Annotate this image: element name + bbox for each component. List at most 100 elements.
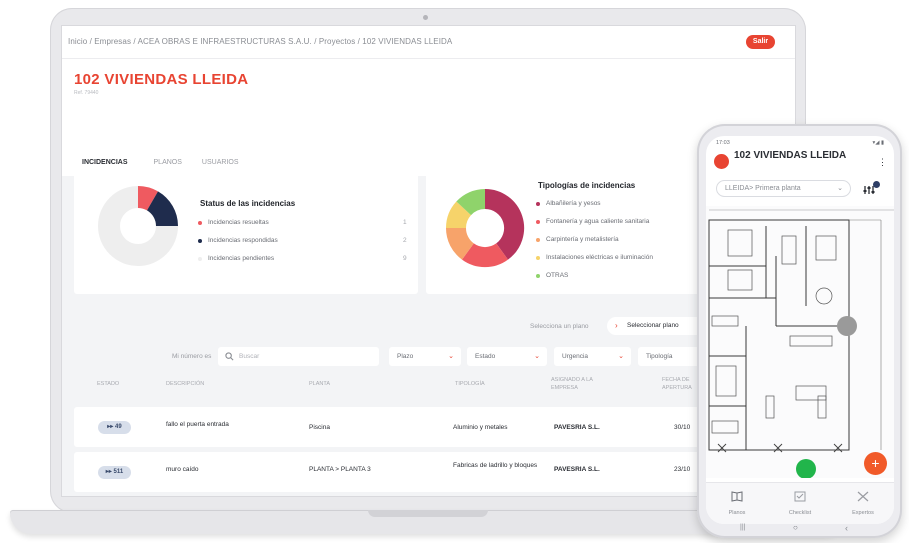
dot-icon [536,256,540,260]
plan-marker-green[interactable] [796,459,816,479]
donut-segment-fontaneria [462,243,508,268]
phone-screen: 17:03 ▾◢ ▮ 102 VIVIENDAS LLEIDA ⋮ LLEIDA… [706,136,894,524]
dot-icon [536,238,540,242]
typology-donut-chart [445,188,525,268]
chevron-down-icon: ⌄ [618,353,624,360]
row-company: PAVESRIA S.L. [554,466,600,473]
legend-label: Incidencias pendientes [208,255,275,262]
donut-segment-otras [456,188,486,216]
plazo-select[interactable]: Plazo ⌄ [389,347,461,366]
project-subtitle: Ref. 79440 [74,90,99,96]
dot-icon [536,274,540,278]
row-date: 23/10 [674,466,691,473]
status-icons: ▾◢ ▮ [872,140,884,146]
plan-marker-grey[interactable] [837,316,857,336]
nav-item-expertos[interactable]: Expertos [838,489,888,516]
page-title: 102 VIVIENDAS LLEIDA [74,71,249,88]
header-estado[interactable]: Estado [97,380,119,388]
home-button[interactable]: ○ [793,523,798,532]
dot-icon [198,257,202,261]
legend-item: Incidencias resueltas 1 [198,218,407,236]
chevron-down-icon: ⌄ [534,353,540,360]
dot-icon [536,202,540,206]
typology-card: Tipologías de incidencias Albañilería y … [426,164,716,294]
recents-button[interactable]: ||| [740,524,745,531]
phone-page-title: 102 VIVIENDAS LLEIDA [734,150,847,161]
nav-label: Checklist [788,510,812,516]
filter-badge [873,181,880,188]
dot-icon [536,220,540,224]
book-icon [731,491,743,502]
estado-select[interactable]: Estado ⌄ [467,347,547,366]
legend-item: Carpintería y metalistería [536,235,653,253]
header-empresa[interactable]: Asignado a la empresa [551,376,619,392]
incident-id: 49 [115,424,122,430]
typology-card-title: Tipologías de incidencias [538,181,636,190]
checklist-icon [794,491,806,502]
phone-plan-select[interactable]: LLEIDA> Primera planta ⌄ [716,180,851,197]
more-vert-icon[interactable]: ⋮ [878,157,887,168]
plan-select-value: Seleccionar plano [627,322,679,329]
status-time: 17:03 [716,140,730,146]
dot-icon [198,239,202,243]
donut-segment-resueltas [137,186,159,211]
status-donut-chart [98,186,178,266]
laptop-notch [368,510,488,517]
row-description: muro caído [166,466,199,473]
header-tipologia[interactable]: Tipología [455,380,485,388]
incident-id-badge[interactable]: ▸▸ 49 [98,421,131,434]
android-nav-bar: ||| ○ ‹ [697,523,902,536]
table-row[interactable]: ▸▸ 511 muro caído PLANTA > PLANTA 3 Fabr… [74,452,795,492]
legend-item: Instalaciones eléctricas e iluminación [536,253,653,271]
legend-label: OTRAS [546,272,569,279]
breadcrumb[interactable]: Inicio / Empresas / ACEA OBRAS E INFRAES… [68,37,452,46]
nav-item-checklist[interactable]: Checklist [775,489,825,516]
legend-count: 1 [403,219,407,226]
plazo-select-label: Plazo [397,353,414,360]
chevron-right-icon: › [615,321,618,330]
row-typology: Fabricas de ladrillo y bloques [453,462,538,469]
chevron-down-icon: ⌄ [837,185,843,192]
legend-count: 2 [403,237,407,244]
header-descripcion[interactable]: Descripción [166,380,204,388]
add-incident-button[interactable]: + [864,452,887,475]
nav-item-planos[interactable]: Planos [712,489,762,516]
floor-plan[interactable] [706,206,894,479]
dot-icon [198,221,202,225]
typology-legend: Albañilería y yesos Fontanería y agua ca… [536,199,653,289]
back-button[interactable]: ‹ [845,523,848,533]
legend-label: Carpintería y metalistería [546,236,619,243]
status-card-title: Status de las incidencias [200,199,296,208]
legend-label: Albañilería y yesos [546,200,601,207]
app-logo [714,154,729,169]
top-bar: Inicio / Empresas / ACEA OBRAS E INFRAES… [62,26,795,59]
status-legend: Incidencias resueltas 1 Incidencias respo… [198,218,407,272]
donut-segment-instalaciones [445,201,472,229]
row-floor: PLANTA > PLANTA 3 [309,466,371,473]
search-icon [225,352,234,361]
chevron-down-icon: ⌄ [448,353,454,360]
header-planta[interactable]: Planta [309,380,330,388]
tipologia-select-label: Tipología [646,353,673,360]
row-floor: Piscina [309,424,330,431]
table-row[interactable]: ▸▸ 49 fallo el puerta entrada Piscina Al… [74,407,795,447]
device-mockup: Inicio / Empresas / ACEA OBRAS E INFRAES… [0,0,909,543]
legend-label: Instalaciones eléctricas e iluminación [546,254,653,261]
incident-id-badge[interactable]: ▸▸ 511 [98,466,131,479]
estado-select-label: Estado [475,353,496,360]
status-card: Status de las incidencias Incidencias re… [74,164,418,294]
floor-plan-drawing [708,209,894,479]
laptop-camera [423,15,428,20]
urgencia-select[interactable]: Urgencia ⌄ [554,347,631,366]
donut-segment-respondidas [146,191,178,227]
nav-label: Expertos [852,510,874,516]
search-input[interactable]: Buscar [218,347,379,366]
legend-item: Incidencias respondidas 2 [198,236,407,254]
phone-status-bar: 17:03 ▾◢ ▮ [716,140,884,146]
exit-button[interactable]: Salir [746,35,775,49]
legend-item: Albañilería y yesos [536,199,653,217]
donut-segment-carpinteria [445,227,475,260]
row-company: PAVESRIA S.L. [554,424,600,431]
laptop-screen: Inicio / Empresas / ACEA OBRAS E INFRAES… [61,25,796,497]
legend-label: Fontanería y agua caliente sanitaria [546,218,650,225]
